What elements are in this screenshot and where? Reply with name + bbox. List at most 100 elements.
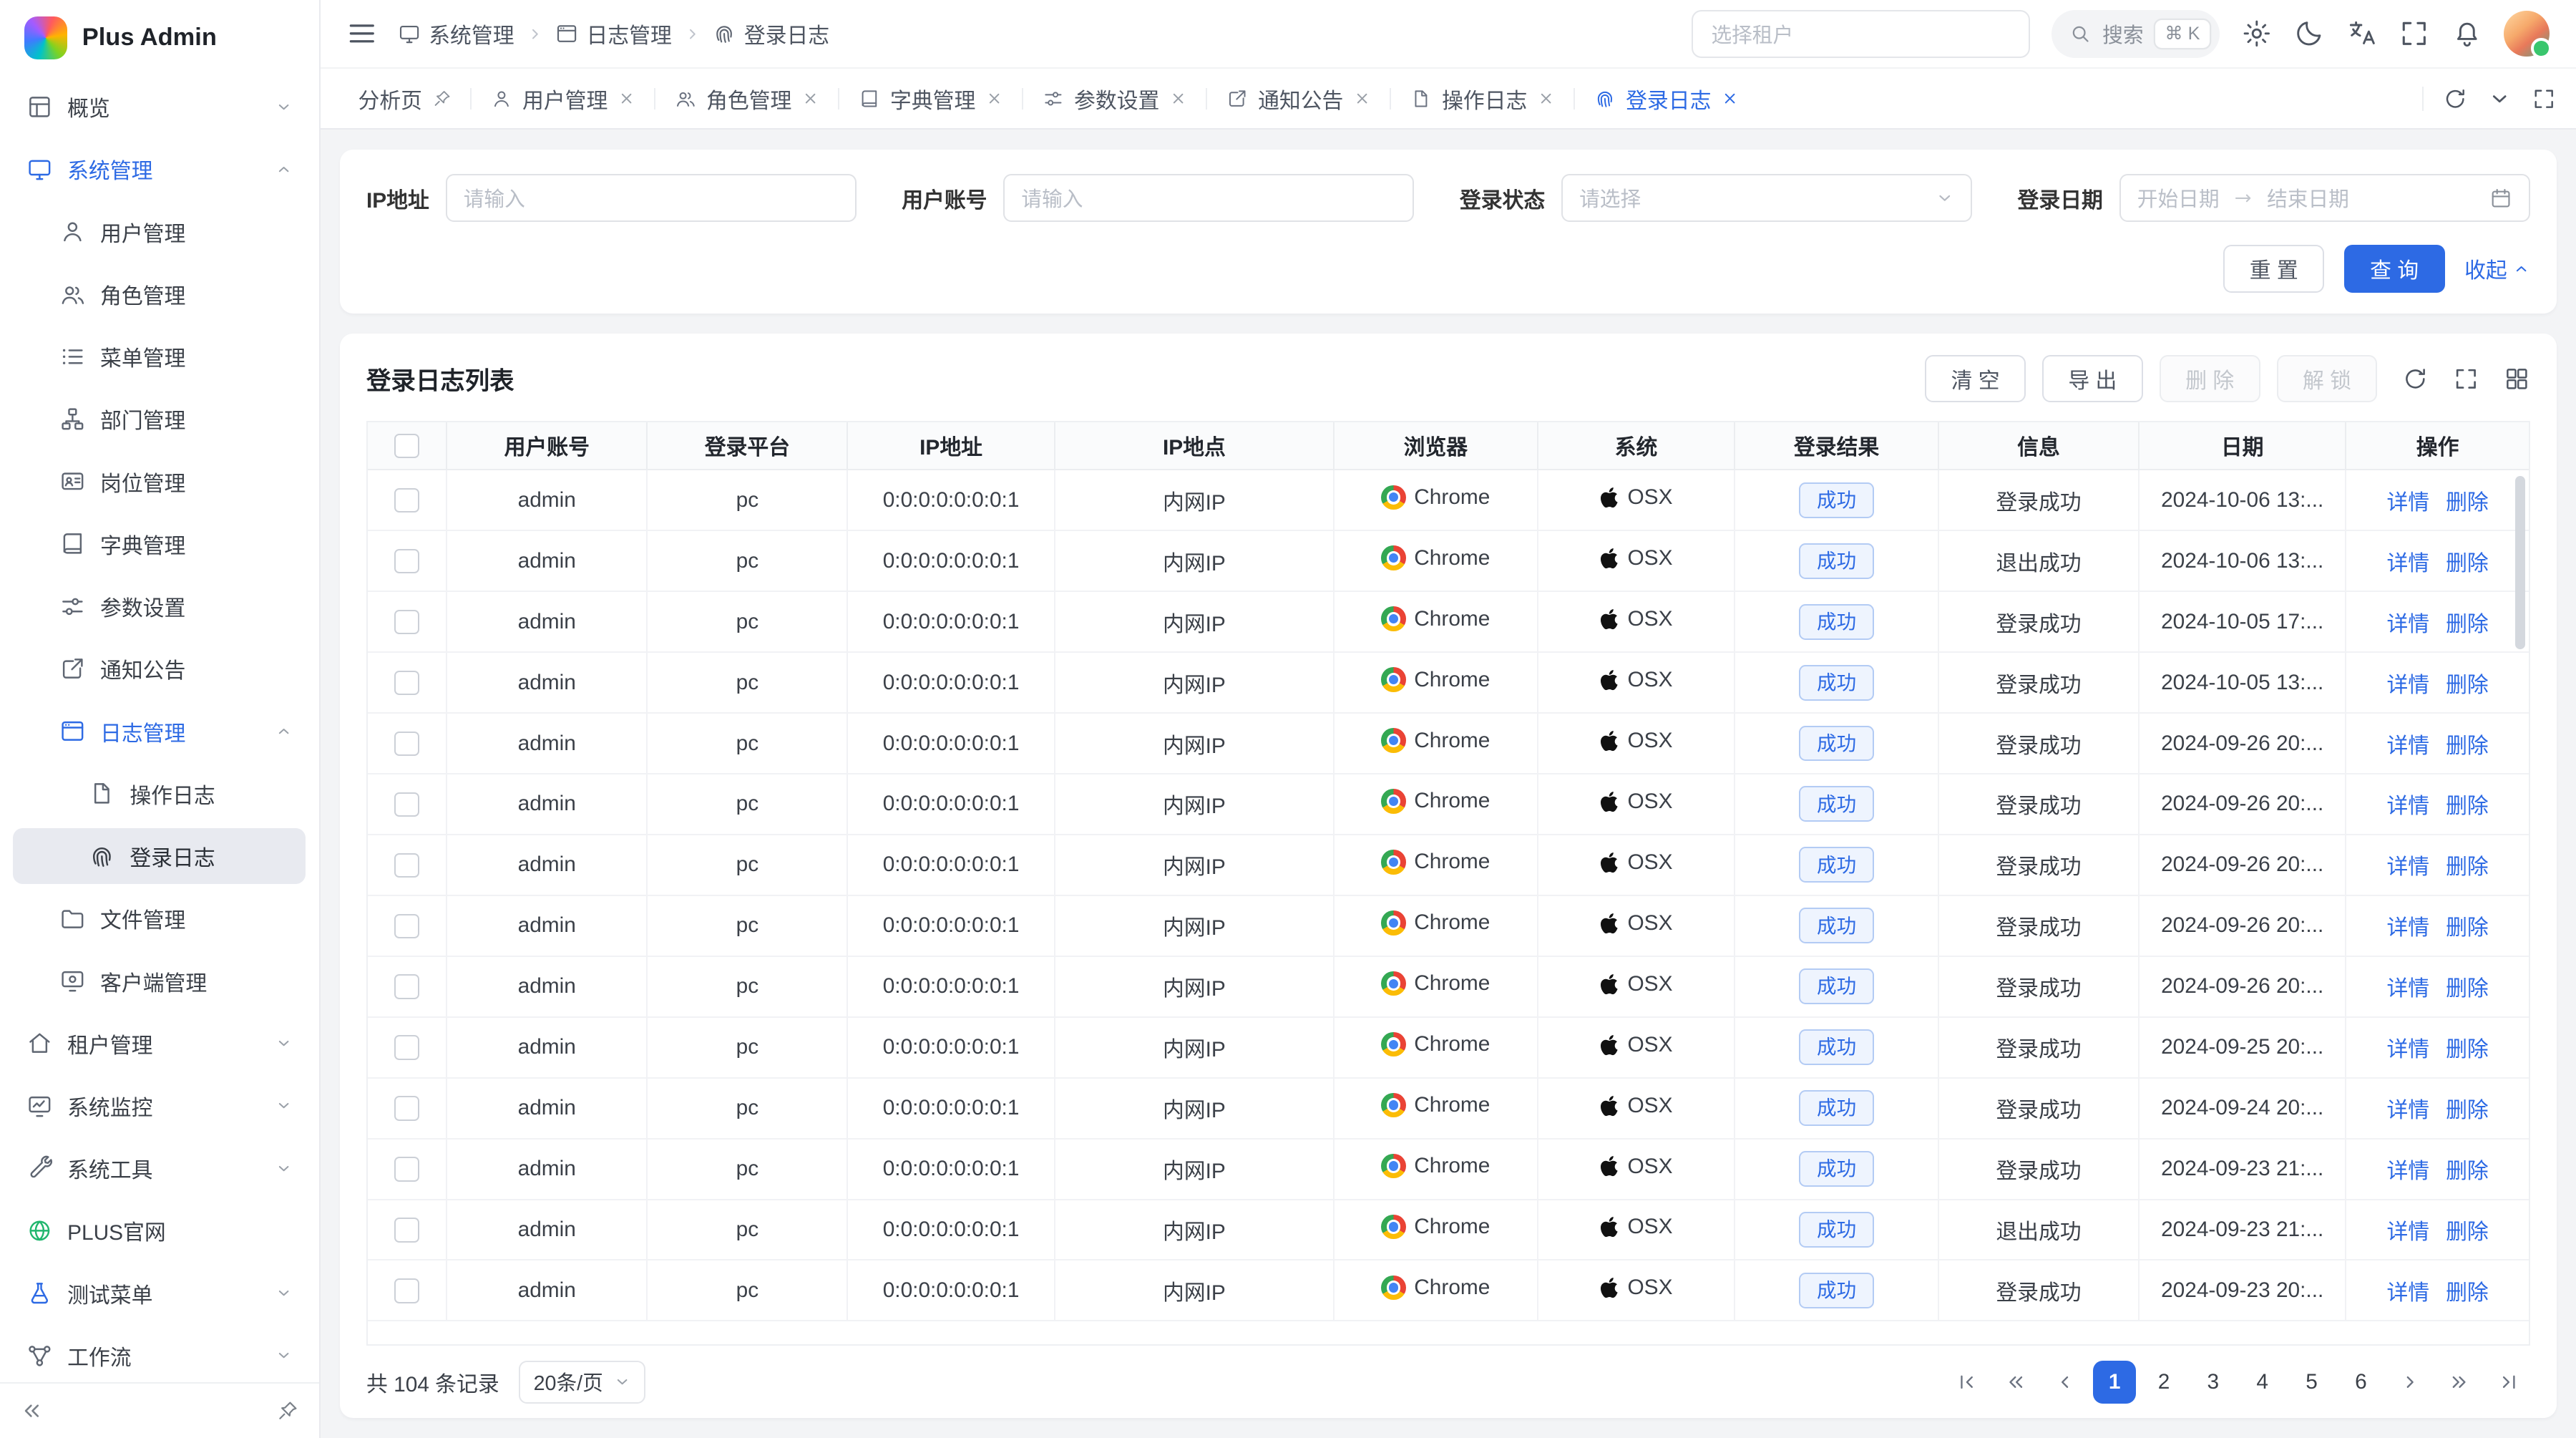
- row-checkbox[interactable]: [394, 792, 419, 817]
- sidebar-item-role-management[interactable]: 角色管理: [13, 266, 306, 322]
- page-button-2[interactable]: 2: [2142, 1361, 2185, 1404]
- sidebar-item-test-menu[interactable]: 测试菜单: [13, 1265, 306, 1321]
- select-all-checkbox[interactable]: [394, 434, 419, 458]
- sidebar-item-param-settings[interactable]: 参数设置: [13, 578, 306, 634]
- page-button-6[interactable]: 6: [2340, 1361, 2383, 1404]
- sidebar-pin-icon[interactable]: [276, 1399, 299, 1422]
- sidebar-item-client-management[interactable]: 客户端管理: [13, 953, 306, 1009]
- close-icon[interactable]: [1537, 89, 1555, 107]
- export-button[interactable]: 导 出: [2042, 355, 2143, 403]
- refresh-tab-icon[interactable]: [2443, 87, 2467, 111]
- translate-icon[interactable]: [2346, 18, 2378, 49]
- tab-login-log[interactable]: 登录日志: [1576, 77, 1757, 121]
- sidebar-item-file-management[interactable]: 文件管理: [13, 890, 306, 946]
- delete-link[interactable]: 删除: [2446, 977, 2489, 1001]
- row-checkbox[interactable]: [394, 1096, 419, 1120]
- login-status-select[interactable]: 请选择: [1561, 174, 1972, 222]
- avatar[interactable]: [2504, 11, 2550, 57]
- detail-link[interactable]: 详情: [2386, 1160, 2429, 1183]
- page-size-select[interactable]: 20条/页: [519, 1361, 645, 1404]
- row-checkbox[interactable]: [394, 853, 419, 878]
- page-button-3[interactable]: 3: [2192, 1361, 2235, 1404]
- detail-link[interactable]: 详情: [2386, 613, 2429, 636]
- delete-link[interactable]: 删除: [2446, 1038, 2489, 1062]
- close-icon[interactable]: [618, 89, 635, 107]
- content-fullscreen-icon[interactable]: [2532, 87, 2556, 111]
- delete-link[interactable]: 删除: [2446, 1099, 2489, 1122]
- dark-mode-icon[interactable]: [2293, 18, 2325, 49]
- delete-link[interactable]: 删除: [2446, 674, 2489, 697]
- delete-link[interactable]: 删除: [2446, 795, 2489, 818]
- delete-link[interactable]: 删除: [2446, 1220, 2489, 1244]
- sidebar-item-tenant-management[interactable]: 租户管理: [13, 1016, 306, 1072]
- delete-link[interactable]: 删除: [2446, 613, 2489, 636]
- detail-link[interactable]: 详情: [2386, 1281, 2429, 1305]
- row-checkbox[interactable]: [394, 1157, 419, 1181]
- refresh-table-icon[interactable]: [2402, 366, 2429, 392]
- global-search[interactable]: 搜索 ⌘ K: [2051, 10, 2220, 58]
- tenant-select[interactable]: 选择租户: [1692, 10, 2030, 58]
- sidebar-item-dept-management[interactable]: 部门管理: [13, 391, 306, 447]
- sidebar-item-operation-log[interactable]: 操作日志: [13, 766, 306, 822]
- notifications-icon[interactable]: [2451, 18, 2483, 49]
- tab-analysis[interactable]: 分析页: [340, 77, 469, 121]
- detail-link[interactable]: 详情: [2386, 855, 2429, 879]
- row-checkbox[interactable]: [394, 1218, 419, 1242]
- delete-link[interactable]: 删除: [2446, 1160, 2489, 1183]
- sidebar-item-system-tools[interactable]: 系统工具: [13, 1140, 306, 1196]
- close-icon[interactable]: [1169, 89, 1187, 107]
- delete-button[interactable]: 删 除: [2160, 355, 2260, 403]
- last-page-button[interactable]: [2487, 1361, 2530, 1404]
- detail-link[interactable]: 详情: [2386, 734, 2429, 758]
- detail-link[interactable]: 详情: [2386, 674, 2429, 697]
- row-checkbox[interactable]: [394, 549, 419, 573]
- breadcrumb-item[interactable]: 登录日志: [713, 18, 829, 49]
- tab-notice[interactable]: 通知公告: [1209, 77, 1389, 121]
- row-checkbox[interactable]: [394, 914, 419, 938]
- clear-button[interactable]: 清 空: [1925, 355, 2026, 403]
- row-checkbox[interactable]: [394, 671, 419, 695]
- row-checkbox[interactable]: [394, 610, 419, 634]
- sidebar-item-notice[interactable]: 通知公告: [13, 641, 306, 696]
- sidebar-item-system-management[interactable]: 系统管理: [13, 141, 306, 197]
- sidebar-item-overview[interactable]: 概览: [13, 79, 306, 135]
- page-button-5[interactable]: 5: [2290, 1361, 2333, 1404]
- close-icon[interactable]: [985, 89, 1003, 107]
- first-page-button[interactable]: [1946, 1361, 1989, 1404]
- next-pages-button[interactable]: [2438, 1361, 2481, 1404]
- detail-link[interactable]: 详情: [2386, 1220, 2429, 1244]
- prev-pages-button[interactable]: [1995, 1361, 2038, 1404]
- sidebar-item-workflow[interactable]: 工作流: [13, 1328, 306, 1382]
- tab-operation-log[interactable]: 操作日志: [1392, 77, 1573, 121]
- pin-icon[interactable]: [432, 89, 452, 109]
- tab-user-management[interactable]: 用户管理: [473, 77, 653, 121]
- sidebar-item-user-management[interactable]: 用户管理: [13, 204, 306, 260]
- sidebar-item-system-monitor[interactable]: 系统监控: [13, 1078, 306, 1134]
- detail-link[interactable]: 详情: [2386, 1038, 2429, 1062]
- collapse-filter-link[interactable]: 收起: [2464, 253, 2530, 284]
- row-checkbox[interactable]: [394, 1035, 419, 1059]
- ip-input[interactable]: 请输入: [446, 174, 857, 222]
- breadcrumb-item[interactable]: 系统管理: [398, 18, 514, 49]
- delete-link[interactable]: 删除: [2446, 734, 2489, 758]
- logo[interactable]: Plus Admin: [0, 0, 319, 76]
- scrollbar-thumb[interactable]: [2515, 476, 2525, 648]
- delete-link[interactable]: 删除: [2446, 491, 2489, 515]
- delete-link[interactable]: 删除: [2446, 855, 2489, 879]
- detail-link[interactable]: 详情: [2386, 795, 2429, 818]
- tab-menu-chevron-icon[interactable]: [2487, 87, 2512, 111]
- fullscreen-icon[interactable]: [2399, 18, 2430, 49]
- row-checkbox[interactable]: [394, 974, 419, 999]
- sidebar-collapse-button[interactable]: [20, 1399, 43, 1422]
- sidebar-item-menu-management[interactable]: 菜单管理: [13, 329, 306, 384]
- sidebar-toggle-button[interactable]: [346, 18, 378, 49]
- breadcrumb-item[interactable]: 日志管理: [555, 18, 672, 49]
- tab-dict-management[interactable]: 字典管理: [841, 77, 1021, 121]
- close-icon[interactable]: [1353, 89, 1371, 107]
- sidebar-item-post-management[interactable]: 岗位管理: [13, 454, 306, 510]
- unlock-button[interactable]: 解 锁: [2277, 355, 2378, 403]
- sidebar-item-dict-management[interactable]: 字典管理: [13, 516, 306, 572]
- detail-link[interactable]: 详情: [2386, 552, 2429, 575]
- next-page-button[interactable]: [2389, 1361, 2431, 1404]
- page-button-1[interactable]: 1: [2093, 1361, 2136, 1404]
